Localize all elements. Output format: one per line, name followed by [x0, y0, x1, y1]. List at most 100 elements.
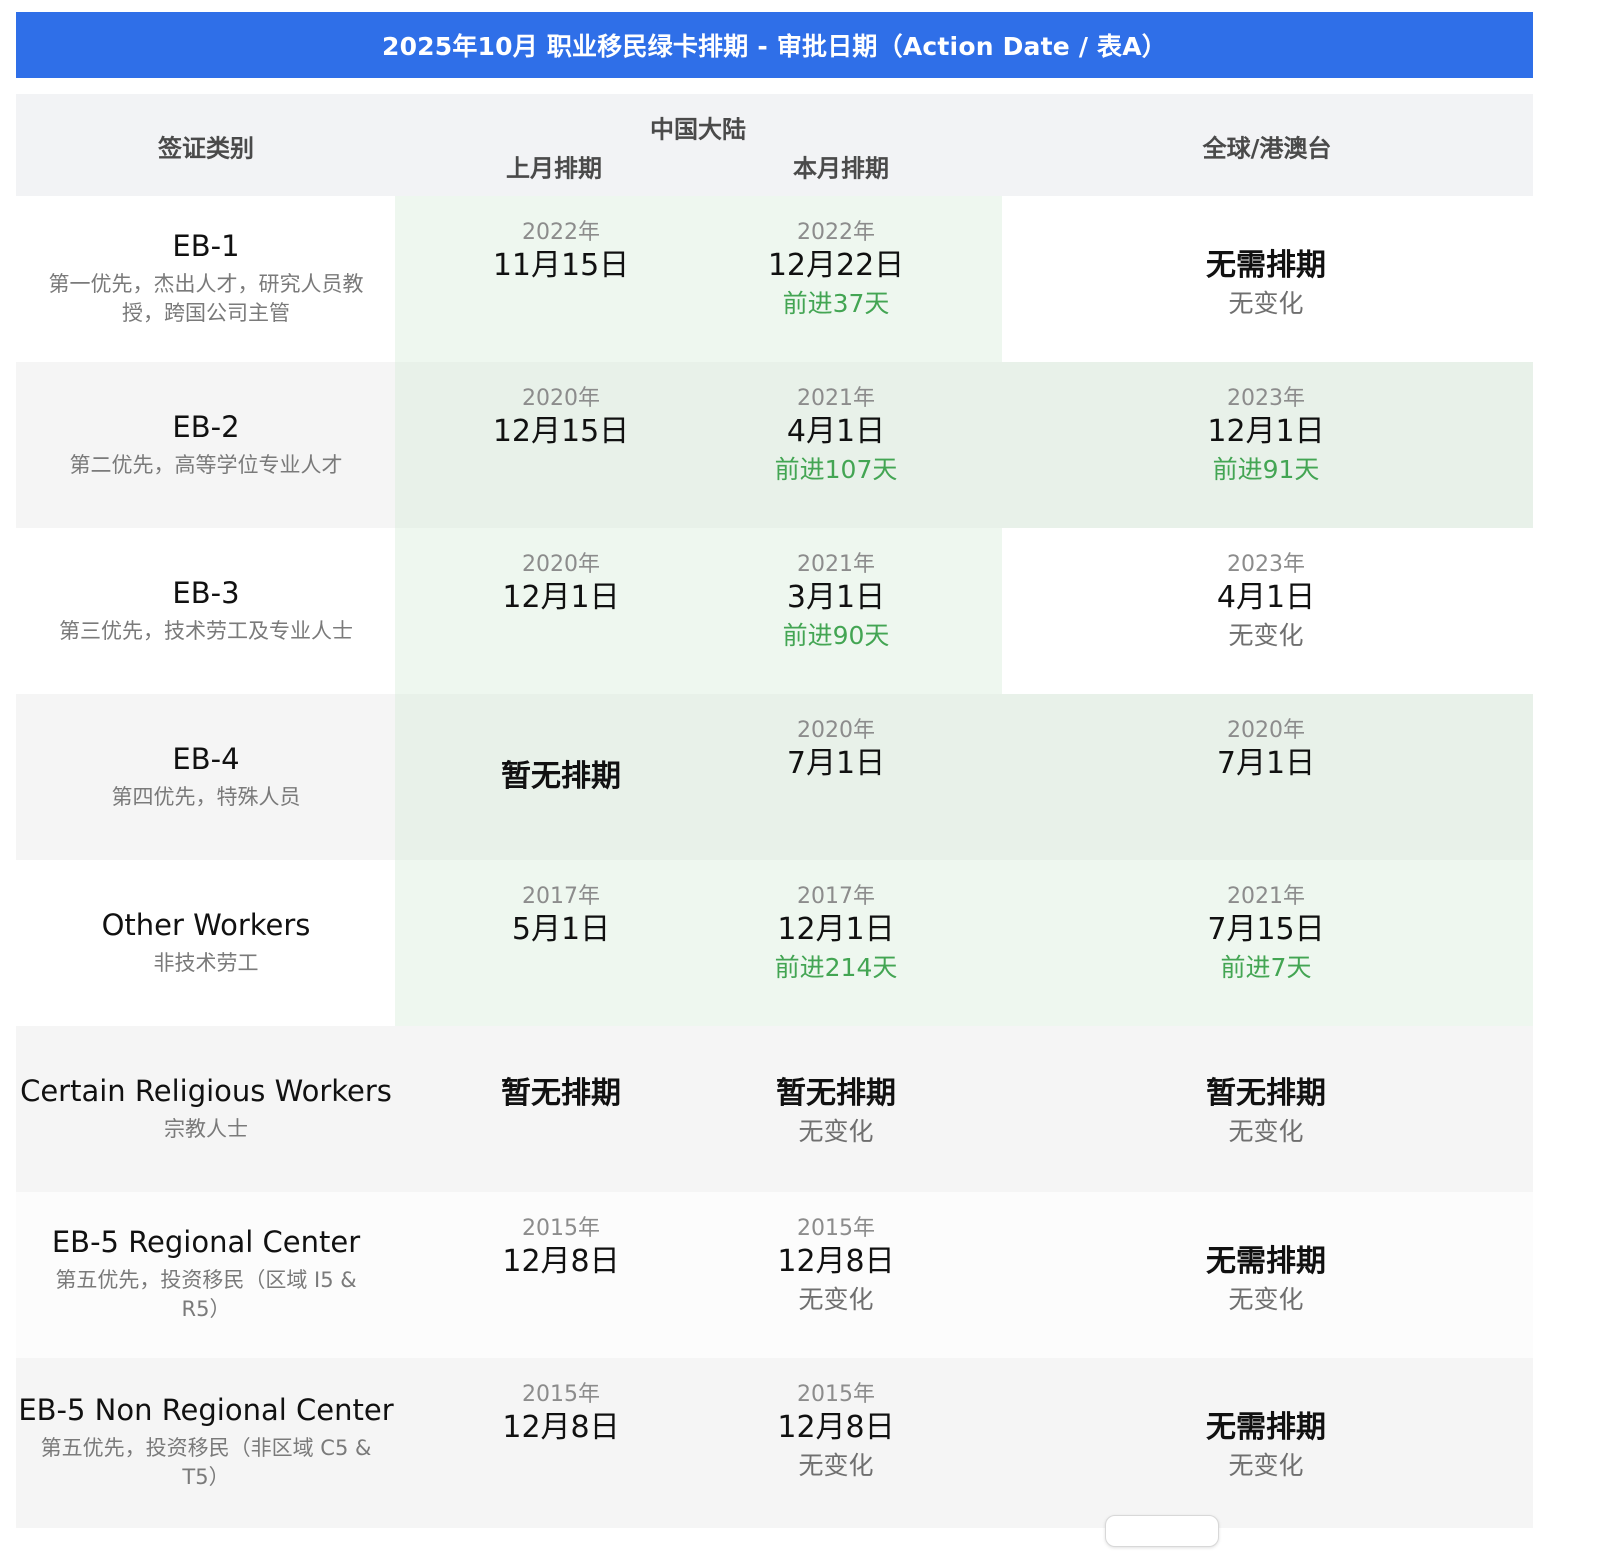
year: 2021年 [797, 552, 875, 577]
global-cell: 无需排期 无变化 [1116, 1358, 1416, 1528]
global-cell: 暂无排期 无变化 [1116, 1026, 1416, 1192]
change-label: 无变化 [1228, 621, 1304, 650]
year: 2015年 [522, 1382, 600, 1407]
category-name: EB-2 [172, 409, 240, 444]
category-name: EB-3 [172, 575, 240, 610]
prev-cell: 2015年 12月8日 [411, 1358, 711, 1528]
prev-cell: 暂无排期 [411, 1026, 711, 1192]
global-cell: 无需排期 无变化 [1116, 1192, 1416, 1358]
change-label: 无变化 [1228, 1117, 1304, 1146]
month-day: 12月15日 [492, 414, 630, 449]
category-cell: EB-1 第一优先，杰出人才，研究人员教授，跨国公司主管 [16, 196, 396, 362]
header-global: 全球/港澳台 [1202, 134, 1332, 163]
month-day: 12月8日 [777, 1244, 895, 1279]
prev-cell: 2017年 5月1日 [411, 860, 711, 1026]
month-day: 5月1日 [511, 912, 611, 947]
change-label: 前进90天 [782, 621, 890, 650]
month-day: 12月22日 [767, 248, 905, 283]
header-category: 签证类别 [158, 134, 254, 163]
category-name: Certain Religious Workers [20, 1073, 392, 1108]
table-row: EB-2 第二优先，高等学位专业人才 2020年 12月15日 2021年 4月… [16, 362, 1533, 528]
scroll-to-top-button[interactable] [1105, 1515, 1219, 1547]
curr-cell: 2017年 12月1日 前进214天 [686, 860, 986, 1026]
curr-cell: 2015年 12月8日 无变化 [686, 1192, 986, 1358]
month-day: 4月1日 [786, 414, 886, 449]
month-day: 12月8日 [502, 1410, 620, 1445]
category-desc: 第五优先，投资移民（区域 I5 & R5） [55, 1268, 357, 1322]
status-main: 暂无排期 [501, 1076, 621, 1111]
prev-cell: 2020年 12月1日 [411, 528, 711, 694]
header-prev-month: 上月排期 [506, 154, 602, 183]
category-cell: EB-4 第四优先，特殊人员 [16, 694, 396, 860]
category-desc: 第二优先，高等学位专业人才 [69, 452, 343, 477]
month-day: 7月15日 [1207, 912, 1325, 947]
prev-cell: 2015年 12月8日 [411, 1192, 711, 1358]
category-name: EB-4 [172, 741, 240, 776]
status-main: 暂无排期 [1206, 1076, 1326, 1111]
month-day: 3月1日 [786, 580, 886, 615]
prev-cell: 2020年 12月15日 [411, 362, 711, 528]
year: 2015年 [522, 1216, 600, 1241]
curr-cell: 2021年 4月1日 前进107天 [686, 362, 986, 528]
curr-cell: 2022年 12月22日 前进37天 [686, 196, 986, 362]
year: 2023年 [1227, 386, 1305, 411]
header-china: 中国大陆 [650, 115, 746, 144]
year: 2021年 [1227, 884, 1305, 909]
table-header: 签证类别 中国大陆 上月排期 本月排期 全球/港澳台 [16, 94, 1533, 196]
table-row: Certain Religious Workers 宗教人士 暂无排期 暂无排期… [16, 1026, 1533, 1192]
category-name: EB-1 [172, 229, 240, 264]
category-name: Other Workers [101, 907, 311, 942]
year: 2022年 [522, 220, 600, 245]
status-main: 暂无排期 [501, 759, 621, 794]
year: 2017年 [522, 884, 600, 909]
month-day: 7月1日 [786, 746, 886, 781]
month-day: 4月1日 [1216, 580, 1316, 615]
prev-cell: 暂无排期 [411, 694, 711, 860]
year: 2021年 [797, 386, 875, 411]
category-cell: Other Workers 非技术劳工 [16, 860, 396, 1026]
category-name: EB-5 Regional Center [51, 1225, 361, 1260]
change-label: 前进91天 [1212, 455, 1320, 484]
status-main: 无需排期 [1206, 1410, 1326, 1445]
month-day: 12月1日 [1207, 414, 1325, 449]
category-cell: EB-2 第二优先，高等学位专业人才 [16, 362, 396, 528]
year: 2020年 [522, 552, 600, 577]
table-row: EB-5 Regional Center 第五优先，投资移民（区域 I5 & R… [16, 1192, 1533, 1358]
global-cell: 2021年 7月15日 前进7天 [1116, 860, 1416, 1026]
category-name: EB-5 Non Regional Center [18, 1393, 394, 1428]
category-cell: EB-3 第三优先，技术劳工及专业人士 [16, 528, 396, 694]
category-desc: 第五优先，投资移民（非区域 C5 & T5） [40, 1436, 372, 1490]
category-cell: EB-5 Non Regional Center 第五优先，投资移民（非区域 C… [16, 1358, 396, 1528]
category-desc: 宗教人士 [164, 1116, 248, 1141]
change-label: 无变化 [1228, 289, 1304, 318]
category-cell: EB-5 Regional Center 第五优先，投资移民（区域 I5 & R… [16, 1192, 396, 1358]
change-label: 无变化 [1228, 1285, 1304, 1314]
year: 2015年 [797, 1382, 875, 1407]
month-day: 7月1日 [1216, 746, 1316, 781]
table-title: 2025年10月 职业移民绿卡排期 - 审批日期（Action Date / 表… [16, 12, 1533, 78]
year: 2022年 [797, 220, 875, 245]
global-cell: 2020年 7月1日 [1116, 694, 1416, 860]
curr-cell: 2015年 12月8日 无变化 [686, 1358, 986, 1528]
change-label: 前进7天 [1220, 953, 1312, 982]
year: 2017年 [797, 884, 875, 909]
category-desc: 第四优先，特殊人员 [111, 784, 301, 809]
visa-bulletin-table: 2025年10月 职业移民绿卡排期 - 审批日期（Action Date / 表… [16, 12, 1533, 1528]
category-desc: 第一优先，杰出人才，研究人员教授，跨国公司主管 [48, 272, 364, 326]
status-main: 无需排期 [1206, 248, 1326, 283]
category-cell: Certain Religious Workers 宗教人士 [16, 1026, 396, 1192]
change-label: 前进37天 [782, 289, 890, 318]
change-label: 无变化 [1228, 1451, 1304, 1480]
table-row: EB-3 第三优先，技术劳工及专业人士 2020年 12月1日 2021年 3月… [16, 528, 1533, 694]
month-day: 12月8日 [777, 1410, 895, 1445]
change-label: 无变化 [798, 1117, 874, 1146]
status-main: 无需排期 [1206, 1244, 1326, 1279]
curr-cell: 2020年 7月1日 [686, 694, 986, 860]
table-row: Other Workers 非技术劳工 2017年 5月1日 2017年 12月… [16, 860, 1533, 1026]
title-gap [16, 78, 1533, 94]
year: 2020年 [797, 718, 875, 743]
category-desc: 非技术劳工 [153, 950, 259, 975]
table-row: EB-5 Non Regional Center 第五优先，投资移民（非区域 C… [16, 1358, 1533, 1528]
table-row: EB-4 第四优先，特殊人员 暂无排期 2020年 7月1日 2020年 7月1… [16, 694, 1533, 860]
month-day: 12月1日 [502, 580, 620, 615]
